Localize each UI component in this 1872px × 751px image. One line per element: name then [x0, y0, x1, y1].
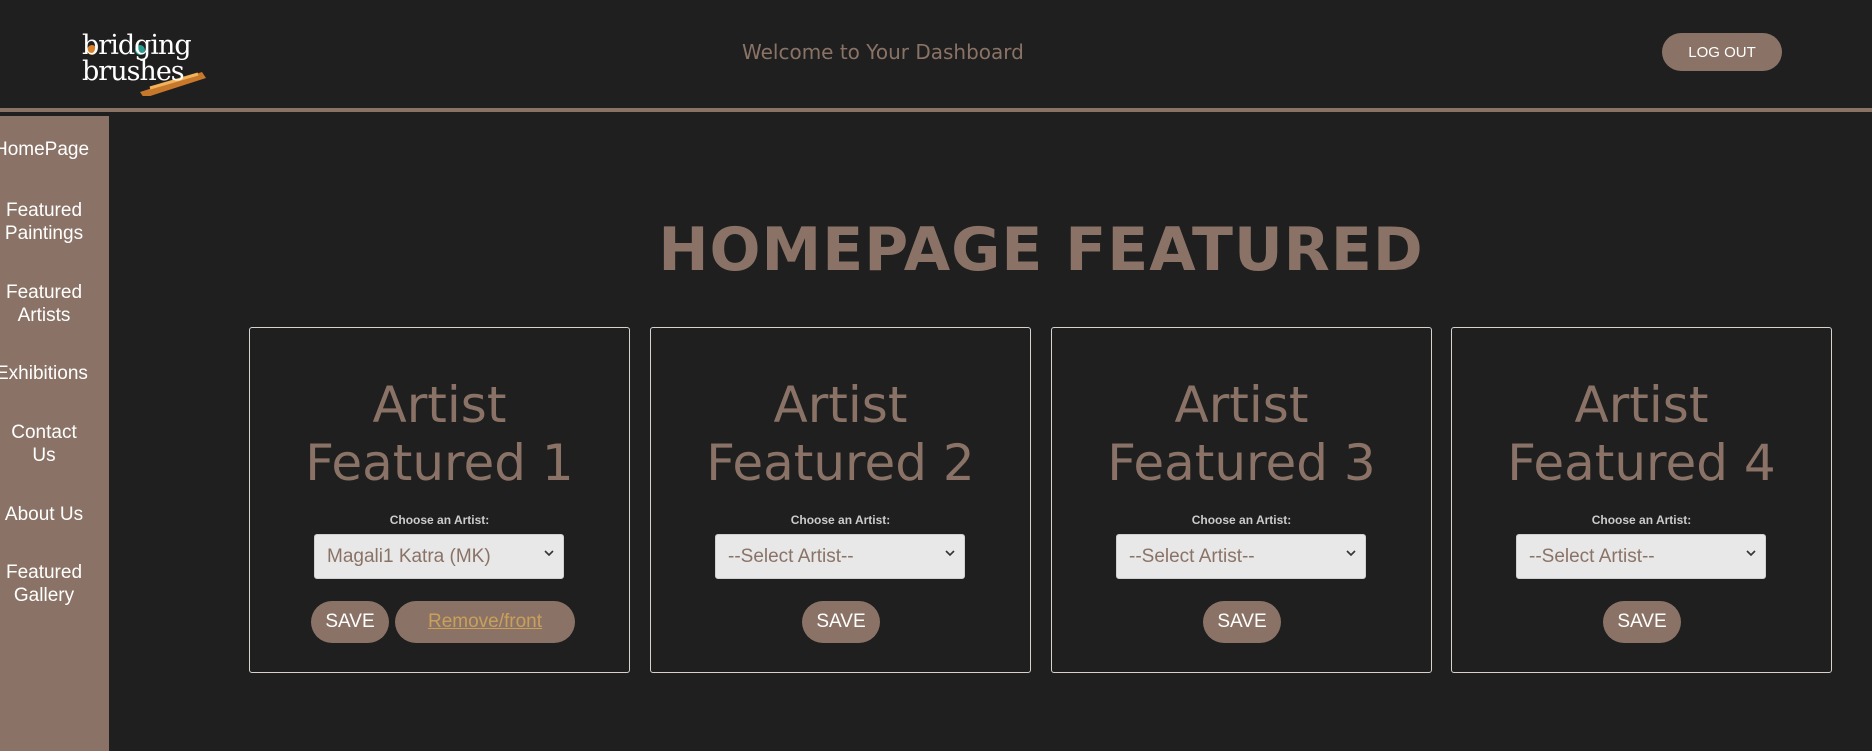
logout-button[interactable]: LOG OUT [1662, 33, 1782, 71]
sidebar-item-label: Exhibitions [0, 363, 88, 384]
sidebar-item-featured-artists[interactable]: Featured Artists [0, 281, 88, 327]
chevron-down-icon [945, 550, 955, 557]
featured-artist-card-3: Artist Featured 3 Choose an Artist: --Se… [1051, 327, 1432, 673]
sidebar-item-homepage[interactable]: HomePage [0, 138, 89, 161]
sidebar-item-featured-paintings[interactable]: Featured Paintings [0, 199, 88, 245]
choose-artist-label: Choose an Artist: [790, 513, 891, 527]
artist-select-value: Magali1 Katra (MK) [327, 545, 491, 567]
sidebar-item-featured-gallery[interactable]: Featured Gallery [0, 561, 88, 607]
card-title: Artist Featured 4 [1507, 376, 1776, 492]
featured-artist-card-2: Artist Featured 2 Choose an Artist: --Se… [650, 327, 1031, 673]
chevron-down-icon [1746, 550, 1756, 557]
top-bar: bridging brushes Welcome to Your Dashboa… [0, 0, 1872, 112]
logo-text-line2: brushes [82, 56, 185, 87]
sidebar-item-label: Featured Gallery [5, 562, 83, 606]
choose-artist-label: Choose an Artist: [1591, 513, 1692, 527]
card-title: Artist Featured 1 [305, 376, 574, 492]
choose-artist-label: Choose an Artist: [389, 513, 490, 527]
chevron-down-icon [544, 550, 554, 557]
sidebar-item-label: About Us [4, 504, 84, 525]
sidebar: HomePage Featured Paintings Featured Art… [0, 116, 109, 751]
sidebar-item-label: Featured Paintings [4, 200, 84, 244]
artist-select-value: --Select Artist-- [728, 545, 854, 567]
sidebar-item-label: HomePage [0, 139, 90, 160]
save-button[interactable]: SAVE [311, 601, 389, 643]
choose-artist-label: Choose an Artist: [1191, 513, 1292, 527]
artist-select[interactable]: --Select Artist-- [1516, 534, 1766, 579]
artist-select[interactable]: --Select Artist-- [715, 534, 965, 579]
artist-select-value: --Select Artist-- [1529, 545, 1655, 567]
save-button[interactable]: SAVE [1203, 601, 1281, 643]
page-title: HOMEPAGE FEATURED [658, 215, 1424, 285]
remove-from-front-button[interactable]: Remove/front [395, 601, 575, 643]
featured-artist-card-1: Artist Featured 1 Choose an Artist: Maga… [249, 327, 630, 673]
sidebar-item-exhibitions[interactable]: Exhibitions [0, 362, 88, 385]
save-button[interactable]: SAVE [1603, 601, 1681, 643]
card-title: Artist Featured 2 [706, 376, 975, 492]
card-title: Artist Featured 3 [1107, 376, 1376, 492]
welcome-text: Welcome to Your Dashboard [742, 40, 1024, 64]
artist-select-value: --Select Artist-- [1129, 545, 1255, 567]
save-button[interactable]: SAVE [802, 601, 880, 643]
logo[interactable]: bridging brushes [80, 30, 210, 96]
sidebar-item-label: Featured Artists [5, 282, 83, 326]
sidebar-item-label: Contact Us [11, 422, 77, 466]
artist-select[interactable]: --Select Artist-- [1116, 534, 1366, 579]
sidebar-item-about-us[interactable]: About Us [0, 503, 88, 526]
artist-select[interactable]: Magali1 Katra (MK) [314, 534, 564, 579]
sidebar-item-contact-us[interactable]: Contact Us [0, 421, 88, 467]
featured-artist-card-4: Artist Featured 4 Choose an Artist: --Se… [1451, 327, 1832, 673]
chevron-down-icon [1346, 550, 1356, 557]
